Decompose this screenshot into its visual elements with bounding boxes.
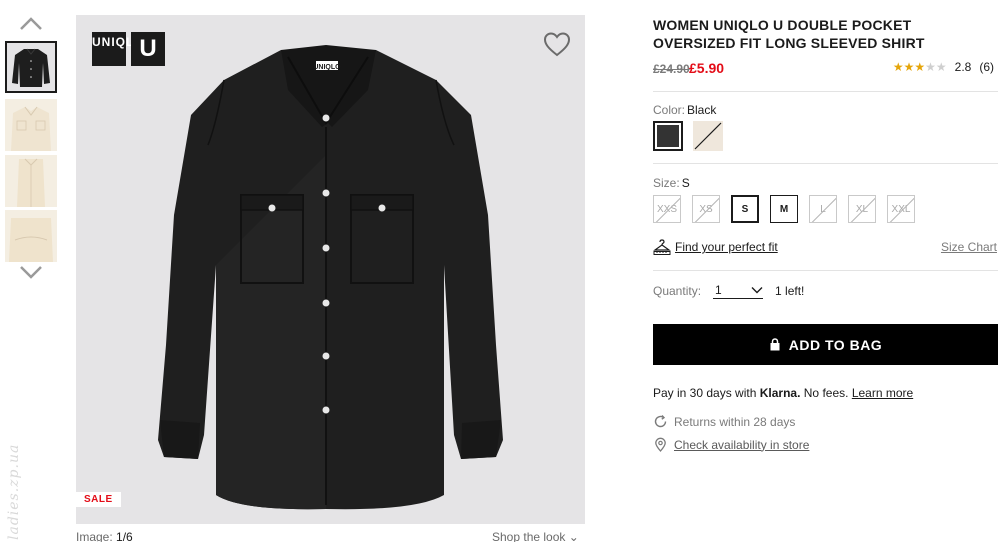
learn-more-link[interactable]: Learn more (852, 386, 913, 400)
stock-note: 1 left! (775, 284, 805, 298)
returns-text: Returns within 28 days (674, 414, 796, 429)
color-swatch-cream[interactable] (693, 121, 723, 151)
thumbnail-cream-shirt-3[interactable] (5, 210, 57, 262)
size-xl[interactable]: XL (848, 195, 876, 223)
find-your-fit-link[interactable]: Find your perfect fit (675, 240, 778, 254)
selected-size: S (681, 176, 690, 190)
image-counter-label: Image: (76, 530, 113, 542)
product-info-panel: WOMEN UNIQLO U DOUBLE POCKET OVERSIZED F… (653, 0, 998, 542)
size-m[interactable]: M (770, 195, 798, 223)
main-product-image[interactable]: UNIQLO UNI QLO U SALE (76, 15, 585, 524)
size-s[interactable]: S (731, 195, 759, 223)
star-empty-icon: ★ (925, 60, 936, 74)
rating-stars: ★ ★ ★ ★ ★ (893, 60, 947, 74)
sale-badge: SALE (76, 492, 121, 507)
divider (653, 163, 998, 164)
chevron-up-icon[interactable] (18, 14, 44, 34)
add-to-bag-label: ADD TO BAG (788, 336, 883, 353)
watermark: ladies.zp.ua (6, 443, 22, 540)
hanger-ruler-icon (653, 239, 671, 255)
color-swatch-black[interactable] (653, 121, 683, 151)
thumbnail-cream-shirt-2[interactable] (5, 155, 57, 207)
shop-the-look-link[interactable]: Shop the look ⌄ (492, 530, 579, 542)
klarna-info: Pay in 30 days with Klarna. No fees. Lea… (653, 386, 914, 400)
quantity-value: 1 (715, 283, 722, 297)
chevron-down-icon[interactable] (18, 262, 44, 282)
star-empty-icon: ★ (935, 60, 947, 74)
star-filled-icon: ★ (914, 60, 926, 74)
divider (653, 91, 998, 92)
star-filled-icon: ★ (892, 60, 904, 74)
size-xs[interactable]: XS (692, 195, 720, 223)
size-options: XXS XS S M L XL XXL (653, 195, 926, 223)
star-filled-icon: ★ (903, 60, 915, 74)
size-xxl[interactable]: XXL (887, 195, 915, 223)
quantity-select[interactable]: 1 (713, 283, 764, 299)
heart-icon[interactable] (543, 31, 571, 57)
uniqlo-logo: UNI QLO (92, 32, 144, 66)
image-counter-value: 1/6 (116, 530, 133, 542)
quantity-row: Quantity: 1 1 left! (653, 283, 804, 299)
quantity-label: Quantity: (653, 284, 702, 298)
divider (653, 270, 998, 271)
product-title: WOMEN UNIQLO U DOUBLE POCKET OVERSIZED F… (653, 17, 925, 51)
chevron-down-icon (751, 287, 763, 294)
shirt-image: UNIQLO (158, 45, 503, 510)
refresh-icon (654, 415, 667, 428)
returns-info: Returns within 28 days (653, 414, 795, 429)
uniqlo-u-logo: U (131, 32, 165, 66)
image-counter: Image: 1/6 (76, 530, 133, 542)
size-chart-link[interactable]: Size Chart (941, 240, 997, 254)
klarna-logo: Klarna. (759, 386, 801, 400)
thumbnail-cream-shirt-1[interactable] (5, 99, 57, 151)
selected-color: Black (687, 103, 717, 117)
rating[interactable]: ★ ★ ★ ★ ★ 2.8 (6) (893, 60, 994, 74)
store-availability: Check availability in store (653, 437, 809, 452)
fit-row: Find your perfect fit Size Chart (653, 237, 998, 257)
original-price: £24.90 (653, 62, 690, 76)
svg-text:UNIQLO: UNIQLO (313, 64, 341, 71)
thumbnail-black-shirt[interactable] (5, 41, 57, 93)
add-to-bag-button[interactable]: ADD TO BAG (653, 324, 998, 365)
rating-value: 2.8 (954, 60, 972, 74)
color-label: Color: Black (653, 103, 717, 117)
price-row: £24.90 £5.90 ★ ★ ★ ★ ★ 2.8 (6) (653, 60, 998, 78)
size-l[interactable]: L (809, 195, 837, 223)
sale-price: £5.90 (689, 60, 725, 76)
check-store-availability-link[interactable]: Check availability in store (674, 438, 809, 452)
size-xxs[interactable]: XXS (653, 195, 681, 223)
location-pin-icon (655, 437, 666, 452)
review-count: (6) (979, 60, 994, 74)
lock-bag-icon (770, 338, 780, 351)
size-label: Size: S (653, 176, 690, 190)
